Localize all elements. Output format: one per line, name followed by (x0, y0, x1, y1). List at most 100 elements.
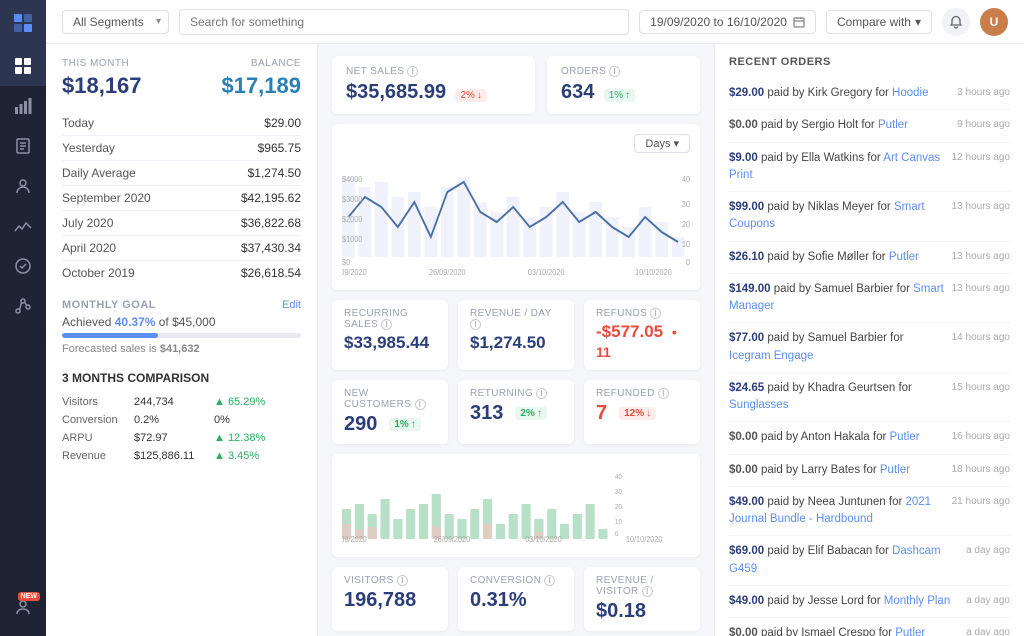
date-range-text: 19/09/2020 to 16/10/2020 (650, 15, 787, 29)
mid-panel: NET SALES i $35,685.99 2% ↓ ORDERS i 634 (318, 44, 714, 636)
sales-chart-svg: 40 30 20 10 0 $4000 $3000 $2000 $1000 $0… (342, 157, 690, 277)
rev-visitor-info[interactable]: i (642, 586, 653, 597)
compare-button[interactable]: Compare with ▾ (826, 10, 932, 34)
svg-text:0: 0 (686, 258, 690, 267)
days-button[interactable]: Days ▾ (634, 134, 690, 153)
order-item: $0.00 paid by Larry Bates for Putler 18 … (729, 455, 1010, 487)
sidebar-item-sales[interactable] (0, 86, 46, 126)
recent-orders-title: RECENT ORDERS (729, 56, 1010, 68)
returning-info[interactable]: i (536, 388, 547, 399)
order-item: $0.00 paid by Ismael Crespo for Putler a… (729, 618, 1010, 636)
comparison-section: 3 MONTHS COMPARISON Visitors 244,734 ▲ 6… (62, 371, 301, 465)
conversion-info[interactable]: i (544, 575, 555, 586)
orders-info[interactable]: i (609, 66, 620, 77)
svg-text:0: 0 (615, 531, 619, 538)
sidebar: NEW (0, 0, 46, 636)
orders-badge: 1% ↑ (604, 89, 635, 102)
order-product-link[interactable]: Putler (880, 464, 910, 476)
new-customers-info[interactable]: i (415, 399, 426, 410)
svg-text:$3000: $3000 (342, 195, 362, 204)
order-item: $49.00 paid by Jesse Lord for Monthly Pl… (729, 586, 1010, 618)
refunds-title: REFUNDS i (596, 308, 688, 319)
net-sales-info[interactable]: i (407, 66, 418, 77)
sidebar-item-reports[interactable] (0, 206, 46, 246)
goal-progress-fill (62, 333, 158, 338)
sidebar-item-profile[interactable]: NEW (0, 586, 46, 626)
user-avatar[interactable]: U (980, 8, 1008, 36)
right-panel: RECENT ORDERS $29.00 paid by Kirk Gregor… (714, 44, 1024, 636)
comparison-title: 3 MONTHS COMPARISON (62, 371, 301, 385)
search-input[interactable] (179, 9, 629, 35)
date-range-picker[interactable]: 19/09/2020 to 16/10/2020 (639, 10, 816, 34)
order-item: $149.00 paid by Samuel Barbier for Smart… (729, 274, 1010, 324)
returning-title: RETURNING i (470, 388, 562, 399)
net-sales-title: NET SALES i (346, 66, 521, 77)
comparison-row: Revenue $125,886.11 ▲ 3.45% (62, 447, 301, 465)
recurring-info[interactable]: i (381, 319, 392, 330)
stats-row: September 2020$42,195.62 (62, 186, 301, 211)
order-product-link[interactable]: Putler (878, 119, 908, 131)
sidebar-item-orders[interactable] (0, 126, 46, 166)
this-month-value: $18,167 (62, 73, 142, 99)
order-product-link[interactable]: Monthly Plan (884, 595, 950, 607)
new-badge: NEW (18, 592, 40, 601)
order-item: $24.65 paid by Khadra Geurtsen for Sungl… (729, 373, 1010, 423)
svg-text:10: 10 (615, 519, 622, 526)
returning-badge: 2% ↑ (515, 407, 546, 420)
orders-card: ORDERS i 634 1% ↑ (547, 56, 700, 114)
sidebar-item-subscriptions[interactable] (0, 246, 46, 286)
svg-text:03/10/2020: 03/10/2020 (525, 535, 562, 544)
stats-row: April 2020$37,430.34 (62, 236, 301, 261)
order-item: $49.00 paid by Neea Juntunen for 2021 Jo… (729, 487, 1010, 537)
segment-selector[interactable]: All Segments (62, 10, 169, 34)
refunded-info[interactable]: i (658, 388, 669, 399)
balance-value: $17,189 (221, 73, 301, 99)
comparison-rows: Visitors 244,734 ▲ 65.29% Conversion 0.2… (62, 393, 301, 465)
secondary-metrics: RECURRING SALES i $33,985.44 REVENUE / D… (332, 300, 700, 370)
order-product-link[interactable]: Putler (895, 627, 925, 636)
main-area: All Segments 19/09/2020 to 16/10/2020 Co… (46, 0, 1024, 636)
recurring-sales-title: RECURRING SALES i (344, 308, 436, 330)
sidebar-item-dashboard[interactable] (0, 46, 46, 86)
rev-day-card: REVENUE / DAY i $1,274.50 (458, 300, 574, 370)
notification-icon[interactable] (942, 8, 970, 36)
svg-text:19/09/2020: 19/09/2020 (342, 535, 367, 544)
svg-text:$2000: $2000 (342, 215, 362, 224)
refunds-info[interactable]: i (650, 308, 661, 319)
goal-progress-bar (62, 333, 301, 338)
comparison-row: Visitors 244,734 ▲ 65.29% (62, 393, 301, 411)
sidebar-item-customers[interactable] (0, 166, 46, 206)
order-item: $99.00 paid by Niklas Meyer for Smart Co… (729, 192, 1010, 242)
visitor-metrics: VISITORS i 196,788 CONVERSION i 0.31% RE… (332, 567, 700, 631)
order-product-link[interactable]: Putler (889, 431, 919, 443)
svg-text:30: 30 (682, 200, 690, 209)
visitors-info[interactable]: i (397, 575, 408, 586)
conversion-title: CONVERSION i (470, 575, 562, 586)
refunded-card: REFUNDED i 7 12% ↓ (584, 380, 700, 444)
order-item: $29.00 paid by Kirk Gregory for Hoodie 3… (729, 78, 1010, 110)
order-product-link[interactable]: Hoodie (892, 87, 928, 99)
order-product-link[interactable]: Icegram Engage (729, 350, 813, 362)
order-product-link[interactable]: Sunglasses (729, 399, 788, 411)
edit-goal-link[interactable]: Edit (282, 299, 301, 311)
left-panel: THIS MONTH BALANCE $18,167 $17,189 Today… (46, 44, 318, 636)
month-balance-values: $18,167 $17,189 (62, 73, 301, 99)
returning-card: RETURNING i 313 2% ↑ (458, 380, 574, 444)
rev-visitor-title: REVENUE / VISITOR i (596, 575, 688, 597)
net-sales-card: NET SALES i $35,685.99 2% ↓ (332, 56, 535, 114)
rev-day-title: REVENUE / DAY i (470, 308, 562, 330)
rev-day-value: $1,274.50 (470, 333, 562, 353)
customers-chart: 19/09/2020 26/09/2020 03/10/2020 10/10/2… (332, 454, 700, 557)
customer-metrics: NEW CUSTOMERS i 290 1% ↑ RETURNING i 313 (332, 380, 700, 444)
sidebar-item-analytics[interactable] (0, 286, 46, 326)
month-balance-header: THIS MONTH BALANCE (62, 58, 301, 69)
svg-text:03/10/2020: 03/10/2020 (528, 268, 565, 277)
net-sales-badge: 2% ↓ (455, 89, 486, 102)
rev-day-info[interactable]: i (470, 319, 481, 330)
order-product-link[interactable]: Putler (889, 251, 919, 263)
orders-value: 634 1% ↑ (561, 81, 686, 104)
order-item: $0.00 paid by Anton Hakala for Putler 16… (729, 422, 1010, 454)
main-chart: Days ▾ (332, 124, 700, 290)
segment-select[interactable]: All Segments (62, 10, 169, 34)
new-customers-card: NEW CUSTOMERS i 290 1% ↑ (332, 380, 448, 444)
